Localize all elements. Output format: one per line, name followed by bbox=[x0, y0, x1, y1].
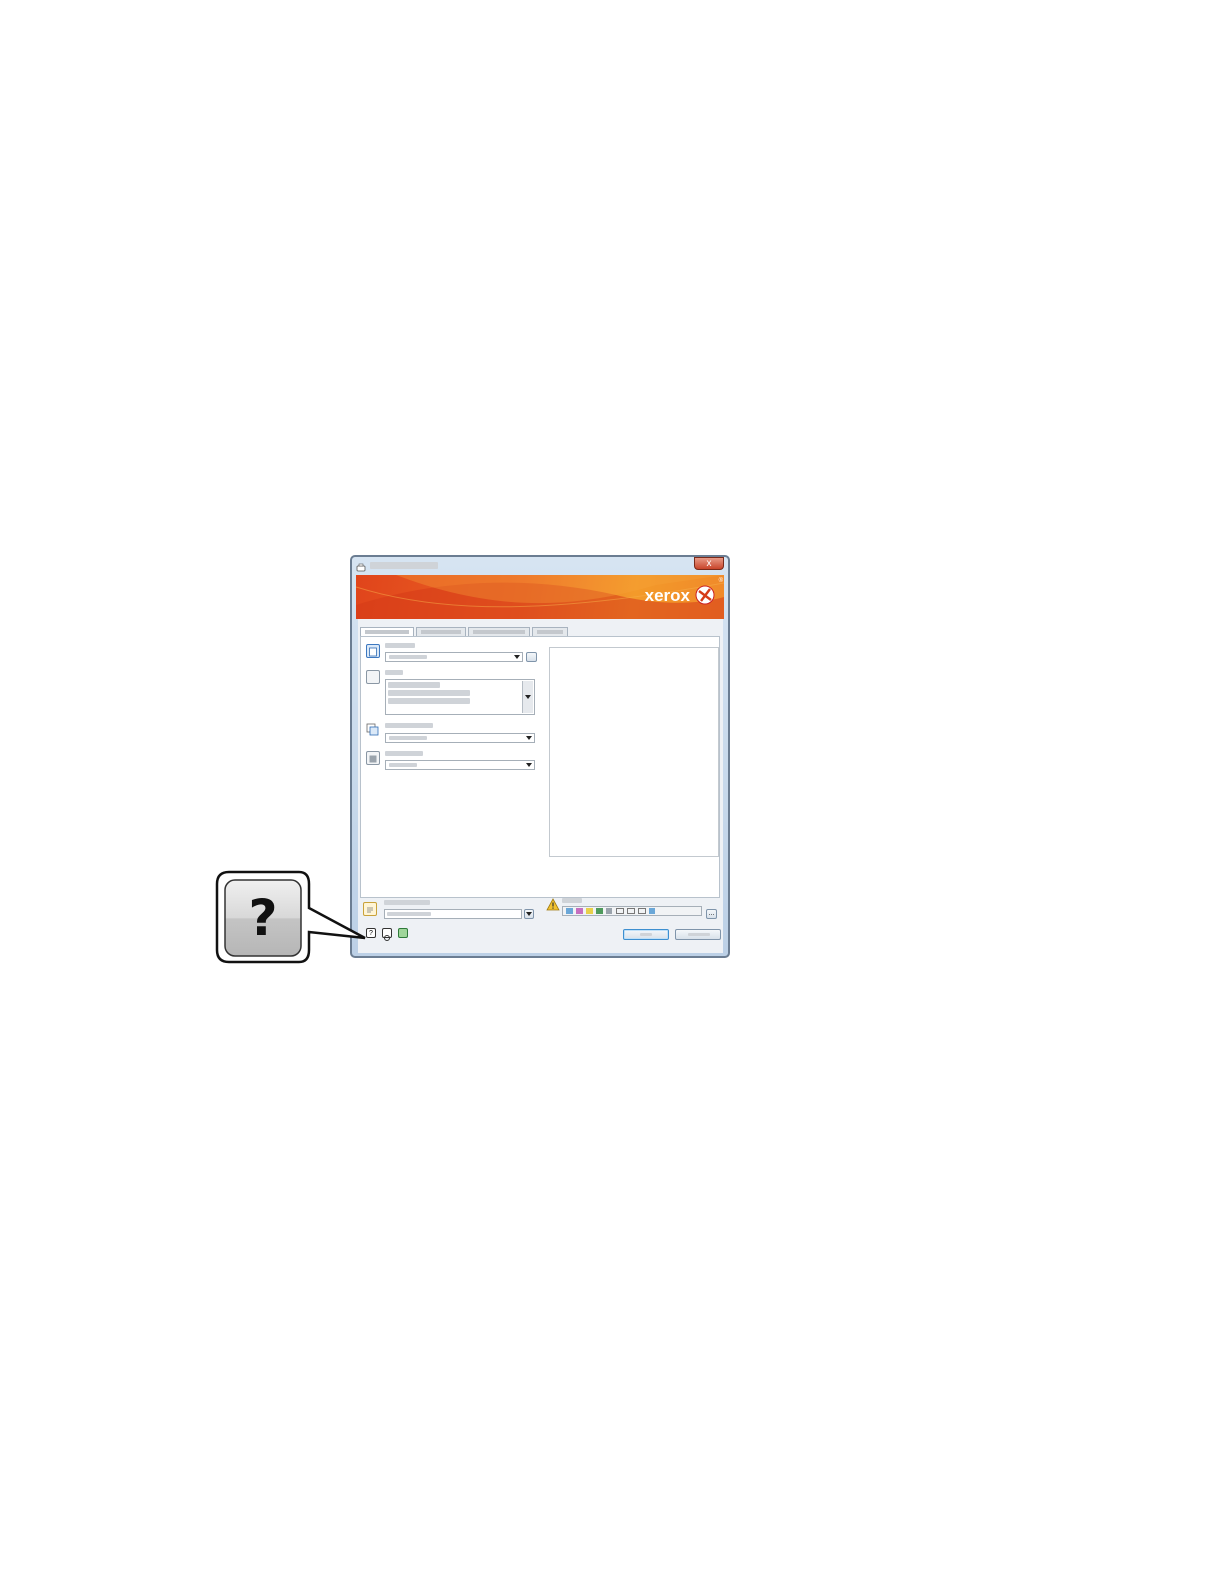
dialog-panel: ... ? bbox=[358, 619, 723, 953]
setting-3-label bbox=[385, 723, 433, 728]
tab-4[interactable] bbox=[532, 627, 568, 636]
quality-icon bbox=[366, 751, 380, 765]
paper-select[interactable] bbox=[385, 652, 523, 662]
summary-icon bbox=[576, 908, 583, 914]
tab-3[interactable] bbox=[468, 627, 530, 636]
saved-settings-label bbox=[384, 900, 430, 905]
chevron-down-icon bbox=[526, 912, 532, 916]
xerox-logo-icon bbox=[695, 585, 715, 605]
chevron-down-icon bbox=[526, 736, 532, 740]
summary-icon bbox=[627, 908, 635, 914]
preview-pane bbox=[549, 647, 719, 857]
blank-page-icon bbox=[366, 670, 380, 684]
summary-icon bbox=[638, 908, 646, 914]
summary-icon bbox=[586, 908, 593, 914]
tab-content bbox=[360, 636, 720, 898]
window-title bbox=[370, 562, 438, 569]
warning-icon bbox=[546, 898, 560, 911]
copies-icon bbox=[366, 723, 380, 737]
chevron-down-icon bbox=[526, 763, 532, 767]
setting-2-listbox[interactable] bbox=[385, 679, 535, 715]
tab-1[interactable] bbox=[360, 627, 414, 636]
status-more-button[interactable]: ... bbox=[706, 909, 717, 919]
summary-icon bbox=[616, 908, 624, 914]
close-button[interactable]: x bbox=[694, 557, 724, 570]
summary-icon bbox=[606, 908, 612, 914]
setting-2-label bbox=[385, 670, 403, 675]
printer-icon bbox=[356, 560, 366, 572]
print-properties-dialog: x xerox ® ... ? bbox=[350, 555, 730, 958]
ok-button[interactable] bbox=[623, 929, 669, 940]
paper-label bbox=[385, 643, 415, 648]
setting-3-select[interactable] bbox=[385, 733, 535, 743]
setting-4-select[interactable] bbox=[385, 760, 535, 770]
status-summary-strip bbox=[562, 906, 702, 916]
status-check-icon[interactable] bbox=[398, 928, 408, 938]
callout-help-glyph: ? bbox=[248, 889, 278, 947]
tab-2[interactable] bbox=[416, 627, 466, 636]
status-label bbox=[562, 898, 582, 903]
setting-4-label bbox=[385, 751, 423, 756]
chevron-down-icon bbox=[525, 695, 531, 699]
summary-icon bbox=[649, 908, 655, 914]
chevron-down-icon bbox=[514, 655, 520, 659]
summary-icon bbox=[566, 908, 573, 914]
listbox-scrollbar[interactable] bbox=[522, 681, 533, 713]
saved-settings-select[interactable] bbox=[384, 909, 522, 919]
paper-icon bbox=[366, 644, 380, 658]
defaults-icon[interactable] bbox=[382, 928, 392, 941]
xerox-banner: xerox ® bbox=[356, 575, 724, 619]
summary-icon bbox=[596, 908, 603, 914]
registered-mark: ® bbox=[718, 578, 723, 584]
cancel-button[interactable] bbox=[675, 929, 721, 940]
saved-settings-dropdown-button[interactable] bbox=[524, 909, 534, 919]
paper-more-button[interactable] bbox=[526, 652, 537, 662]
xerox-logo-text: xerox bbox=[644, 586, 690, 605]
